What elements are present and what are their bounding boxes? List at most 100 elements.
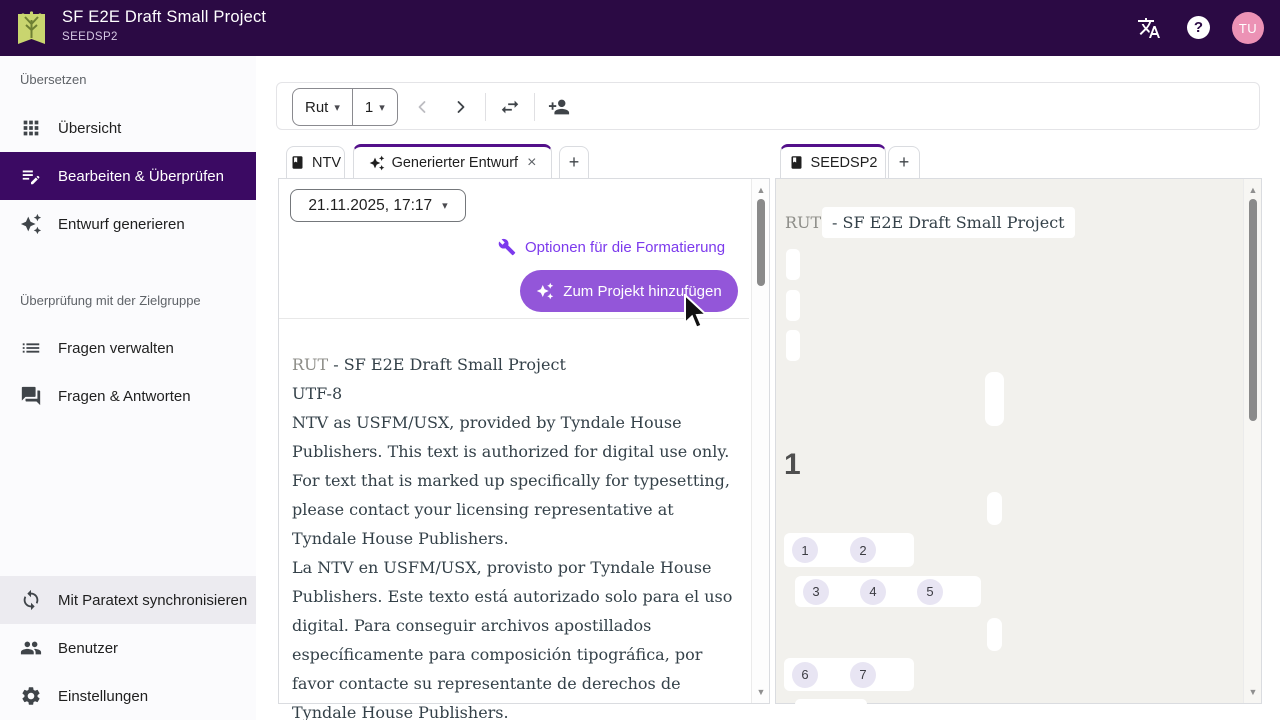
grid-icon	[20, 117, 42, 139]
doc-paragraph: La NTV en USFM/USX, provisto por Tyndale…	[292, 553, 738, 720]
formatting-options-link[interactable]: Optionen für die Formatierung	[498, 238, 725, 256]
verse-number-chip[interactable]: 7	[850, 662, 876, 688]
sidebar-item-overview[interactable]: Übersicht	[0, 104, 256, 152]
verse-segment-row[interactable]: 3 4 5	[795, 576, 981, 607]
chevron-down-icon: ▾	[379, 101, 385, 114]
doc-paragraph: NTV as USFM/USX, provided by Tyndale Hou…	[292, 408, 738, 553]
formatting-options-label: Optionen für die Formatierung	[525, 239, 725, 256]
swap-horizontal-icon	[499, 96, 521, 118]
sidebar-item-generate-draft[interactable]: Entwurf generieren	[0, 200, 256, 248]
book-heading: RUT - SF E2E Draft Small Project	[292, 350, 738, 379]
empty-segment[interactable]	[985, 372, 1004, 426]
book-code: RUT	[785, 213, 821, 232]
plus-icon: +	[899, 152, 910, 173]
verse-number-chip[interactable]: 6	[792, 662, 818, 688]
app-logo-icon	[15, 8, 48, 48]
forum-icon	[20, 385, 42, 407]
chapter-select-value: 1	[365, 99, 373, 116]
book-code: RUT	[292, 355, 328, 374]
empty-segment[interactable]	[786, 249, 800, 280]
scrollbar-thumb[interactable]	[1249, 199, 1257, 421]
scroll-up-icon[interactable]: ▲	[1244, 185, 1262, 195]
empty-segment[interactable]	[786, 330, 800, 361]
people-icon	[20, 637, 42, 659]
add-to-project-label: Zum Projekt hinzufügen	[563, 283, 721, 300]
list-icon	[20, 337, 42, 359]
edit-note-icon	[20, 165, 42, 187]
sidebar-item-label: Fragen & Antworten	[58, 388, 191, 405]
book-select[interactable]: Rut ▾	[293, 89, 352, 125]
app-window: SF E2E Draft Small Project SEEDSP2 ? TU …	[0, 0, 1280, 720]
book-icon	[789, 155, 804, 170]
tab-ntv[interactable]: NTV	[286, 146, 345, 178]
sidebar-item-manage-questions[interactable]: Fragen verwalten	[0, 324, 256, 372]
help-glyph: ?	[1194, 19, 1203, 36]
tab-label: NTV	[312, 155, 341, 171]
empty-segment[interactable]	[987, 618, 1002, 651]
tab-generated-draft[interactable]: Generierter Entwurf ×	[353, 144, 552, 178]
verse-segment-row[interactable]: 6 7	[784, 658, 914, 691]
sidebar: Übersetzen Übersicht Bearbeiten & Überpr…	[0, 56, 256, 720]
book-chapter-chooser: Rut ▾ 1 ▾	[292, 88, 398, 126]
verse-number-chip[interactable]: 5	[917, 579, 943, 605]
empty-segment[interactable]	[786, 290, 800, 321]
draft-date-value: 21.11.2025, 17:17	[308, 197, 432, 215]
draft-date-select[interactable]: 21.11.2025, 17:17 ▾	[290, 189, 466, 222]
chapter-select[interactable]: 1 ▾	[353, 89, 397, 125]
scrollbar-thumb[interactable]	[757, 199, 765, 286]
sidebar-item-sync-paratext[interactable]: Mit Paratext synchronisieren	[0, 576, 256, 624]
avatar-initials: TU	[1239, 21, 1257, 36]
sidebar-item-edit-review[interactable]: Bearbeiten & Überprüfen	[0, 152, 256, 200]
close-icon[interactable]: ×	[527, 154, 536, 172]
help-icon[interactable]: ?	[1187, 16, 1210, 39]
add-to-project-button[interactable]: Zum Projekt hinzufügen	[520, 270, 738, 312]
sidebar-item-settings[interactable]: Einstellungen	[0, 672, 256, 720]
toolbar-divider	[485, 93, 486, 121]
scroll-up-icon[interactable]: ▲	[752, 185, 770, 195]
chapter-number: 1	[784, 448, 801, 482]
wrench-icon	[498, 238, 516, 256]
book-icon	[290, 155, 305, 170]
sidebar-item-questions-answers[interactable]: Fragen & Antworten	[0, 372, 256, 420]
project-short-name: SEEDSP2	[62, 31, 118, 43]
sidebar-section-translate: Übersetzen	[20, 72, 86, 87]
verse-segment-row[interactable]: 1 2	[784, 533, 914, 567]
next-chapter-button[interactable]	[441, 87, 481, 127]
gear-icon	[20, 685, 42, 707]
sidebar-item-label: Benutzer	[58, 640, 118, 657]
verse-number-chip[interactable]: 4	[860, 579, 886, 605]
sync-icon	[20, 589, 42, 611]
verse-number-chip[interactable]: 3	[803, 579, 829, 605]
sidebar-item-label: Bearbeiten & Überprüfen	[58, 168, 224, 185]
swap-panes-button[interactable]	[490, 87, 530, 127]
project-title: SF E2E Draft Small Project	[62, 8, 266, 27]
sparkles-icon	[369, 155, 385, 171]
editor-toolbar: Rut ▾ 1 ▾	[276, 82, 1260, 130]
sidebar-item-label: Fragen verwalten	[58, 340, 174, 357]
right-pane-scrollbar[interactable]: ▲ ▼	[1243, 179, 1261, 703]
verse-number-chip[interactable]: 1	[792, 537, 818, 563]
verse-number-chip[interactable]: 2	[850, 537, 876, 563]
avatar[interactable]: TU	[1232, 12, 1264, 44]
scroll-down-icon[interactable]: ▼	[752, 687, 770, 697]
share-add-user-button[interactable]	[539, 87, 579, 127]
chevron-down-icon: ▾	[334, 101, 340, 114]
translate-icon[interactable]	[1137, 16, 1161, 40]
add-tab-button[interactable]: +	[559, 146, 589, 178]
left-pane-scrollbar[interactable]: ▲ ▼	[751, 179, 769, 703]
draft-preview-text: RUT - SF E2E Draft Small Project UTF-8 N…	[292, 350, 738, 720]
top-app-bar: SF E2E Draft Small Project SEEDSP2 ? TU	[0, 0, 1280, 56]
sidebar-item-label: Einstellungen	[58, 688, 148, 705]
previous-chapter-button[interactable]	[402, 87, 442, 127]
empty-segment[interactable]	[987, 492, 1002, 525]
tab-seedsp2[interactable]: SEEDSP2	[780, 144, 886, 178]
scroll-down-icon[interactable]: ▼	[1244, 687, 1262, 697]
project-editor-pane[interactable]	[775, 178, 1262, 704]
book-select-value: Rut	[305, 99, 328, 116]
sidebar-item-label: Übersicht	[58, 120, 121, 137]
chevron-down-icon: ▾	[442, 199, 448, 212]
book-heading-segment[interactable]: - SF E2E Draft Small Project	[822, 207, 1075, 238]
tab-label: Generierter Entwurf	[392, 155, 519, 171]
sidebar-item-users[interactable]: Benutzer	[0, 624, 256, 672]
add-tab-button[interactable]: +	[888, 146, 920, 178]
